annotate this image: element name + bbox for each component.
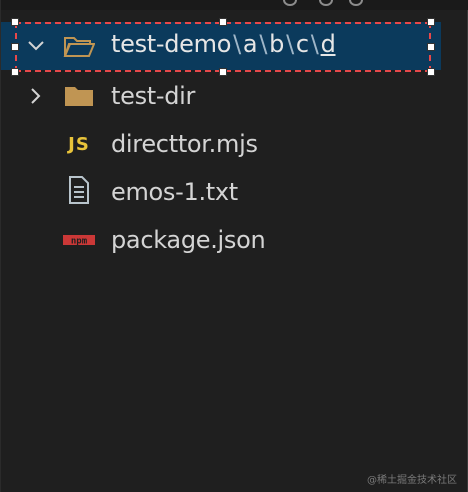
chevron-right-icon[interactable] — [27, 87, 45, 105]
folder-icon — [63, 82, 95, 110]
js-icon: JS — [63, 130, 95, 158]
path-separator: \ — [310, 30, 319, 58]
watermark: @稀土掘金技术社区 — [367, 475, 457, 486]
chevron-down-icon[interactable] — [27, 37, 45, 55]
file-label: emos-1.txt — [111, 178, 238, 206]
npm-icon: npm — [63, 226, 95, 254]
root-folder-label: test-demo\a\b\c\d — [111, 30, 336, 58]
tree-row-test-dir[interactable]: test-dir — [1, 72, 441, 120]
new-file-icon[interactable] — [283, 0, 297, 6]
path-segment-a[interactable]: a — [243, 30, 258, 58]
refresh-icon[interactable] — [319, 0, 333, 6]
root-folder-name: test-demo — [111, 30, 232, 58]
file-label: directtor.mjs — [111, 130, 258, 158]
folder-open-icon — [63, 32, 95, 60]
collapse-icon[interactable] — [349, 0, 363, 6]
path-segment-b[interactable]: b — [269, 30, 284, 58]
path-separator: \ — [286, 30, 294, 58]
file-label: package.json — [111, 226, 266, 254]
explorer-toolbar-strip — [1, 0, 468, 10]
tree-row-directtor-mjs[interactable]: JS directtor.mjs — [1, 120, 441, 168]
path-separator: \ — [259, 30, 268, 58]
tree-row-root[interactable]: test-demo\a\b\c\d — [1, 22, 441, 70]
js-badge: JS — [68, 133, 90, 155]
text-file-icon — [63, 176, 95, 204]
tree-row-emos-txt[interactable]: emos-1.txt — [1, 168, 441, 216]
path-separator: \ — [233, 30, 241, 58]
file-explorer-panel: test-demo\a\b\c\d test-dir JS directtor.… — [0, 0, 468, 492]
npm-badge-text: npm — [71, 237, 88, 247]
path-segment-c[interactable]: c — [296, 30, 309, 58]
folder-label: test-dir — [111, 82, 196, 110]
path-segment-d[interactable]: d — [321, 30, 336, 58]
tree-row-package-json[interactable]: npm package.json — [1, 216, 441, 264]
